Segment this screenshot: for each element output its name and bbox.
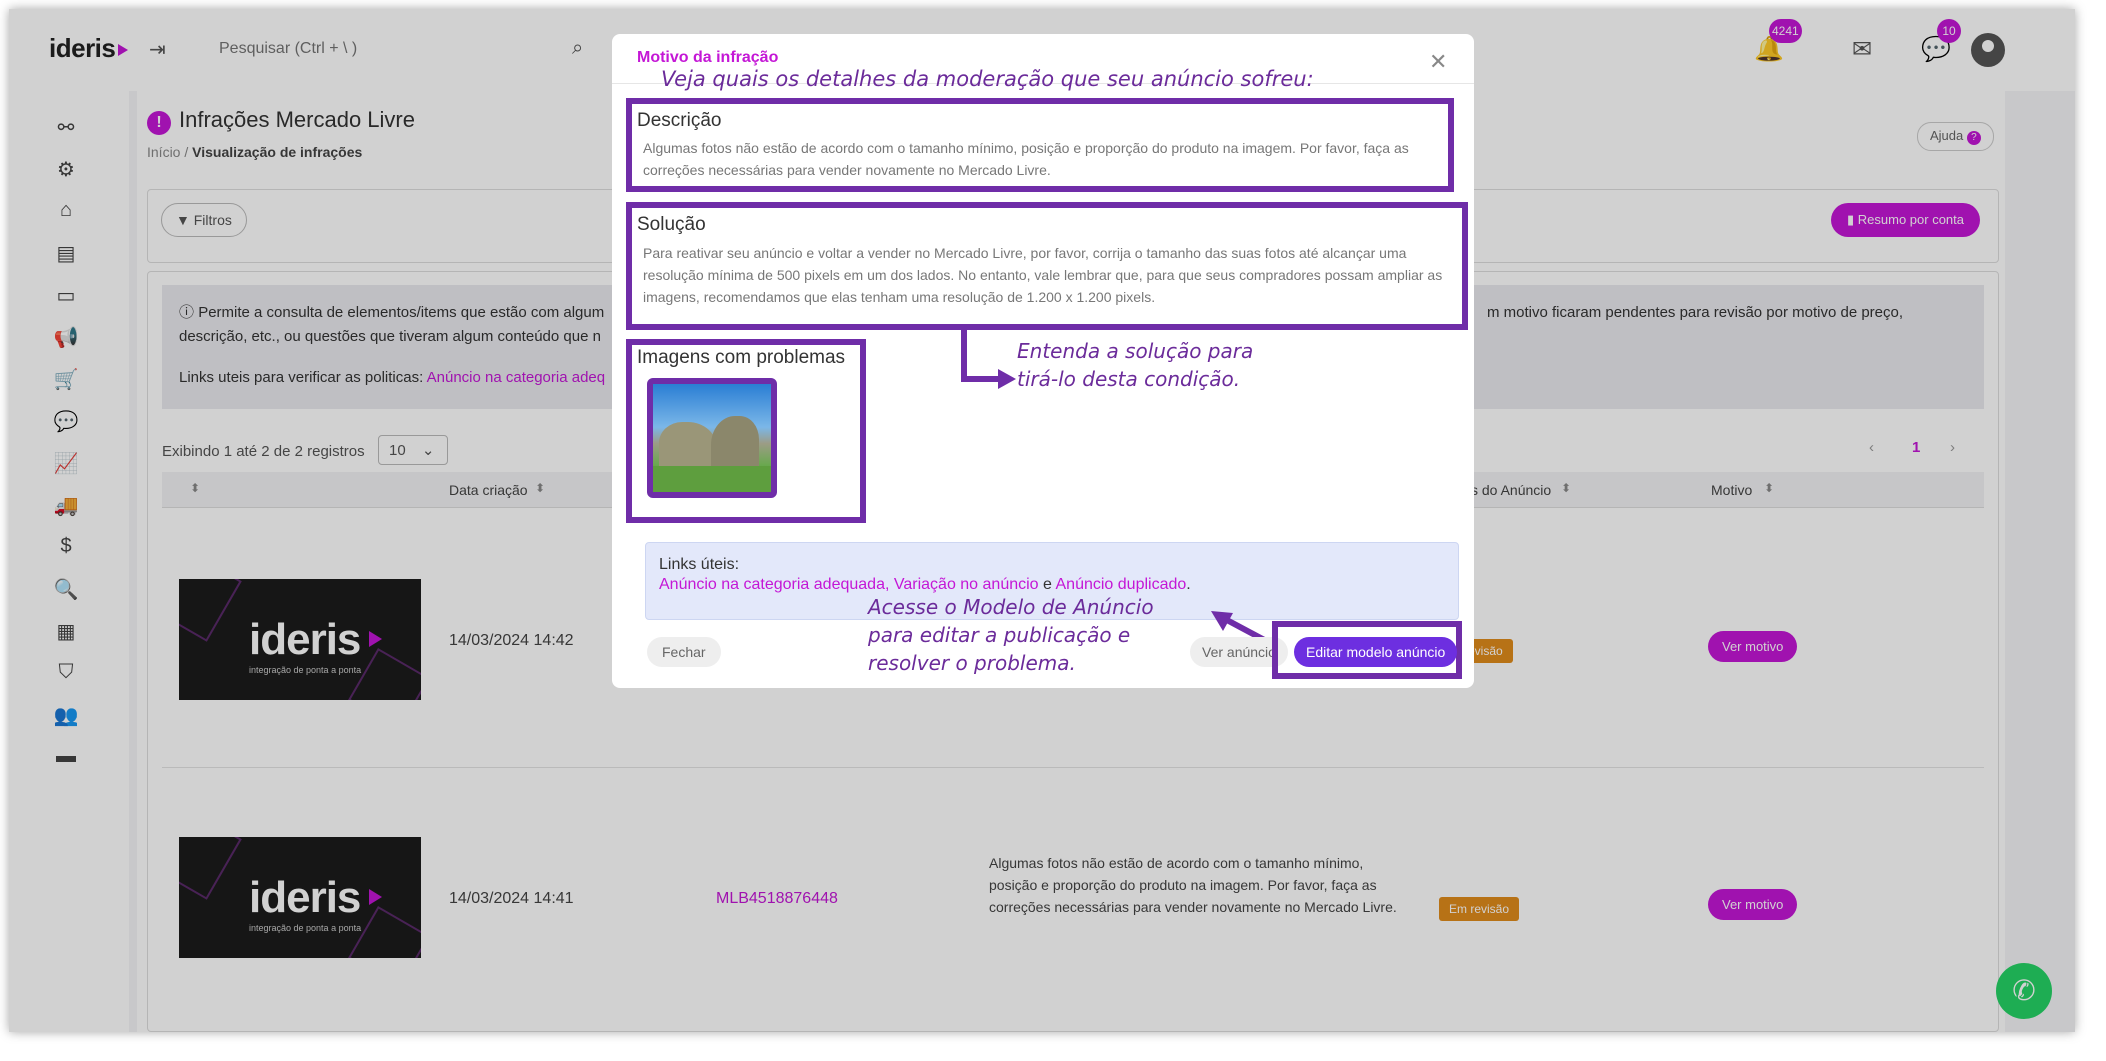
- annotation-top: Veja quais os detalhes da moderação que …: [661, 67, 1314, 91]
- annotation-solution: Entenda a solução para tirá-lo desta con…: [1017, 339, 1254, 391]
- image-grass: [653, 466, 771, 492]
- useful-link-variation[interactable]: Variação no anúncio: [894, 576, 1039, 593]
- annotation-edit: Acesse o Modelo de Anúncio para editar a…: [868, 595, 1154, 675]
- description-text: Algumas fotos não estão de acordo com o …: [643, 140, 1409, 178]
- useful-link-category[interactable]: Anúncio na categoria adequada: [659, 576, 885, 593]
- useful-links-and: e: [1043, 576, 1052, 593]
- edit-ad-model-button[interactable]: Editar modelo anúncio: [1294, 637, 1458, 667]
- solution-title: Solução: [637, 214, 706, 235]
- useful-links-end: .: [1186, 576, 1191, 593]
- useful-links: Anúncio na categoria adequada, Variação …: [659, 576, 1191, 594]
- useful-links-title: Links úteis:: [659, 556, 740, 573]
- solution-text: Para reativar seu anúncio e voltar a ven…: [643, 245, 1443, 305]
- close-button[interactable]: Fechar: [647, 637, 721, 667]
- solution-arrow: [961, 329, 1016, 389]
- close-icon[interactable]: ✕: [1429, 49, 1447, 75]
- problem-image[interactable]: [647, 378, 777, 498]
- useful-link-duplicate[interactable]: Anúncio duplicado: [1056, 576, 1187, 593]
- description-title: Descrição: [637, 110, 722, 131]
- images-title: Imagens com problemas: [637, 347, 846, 368]
- screenshot: ideris ⇥ ⌕ 🔔 4241 ✉ 💬 10 ⚯ ⚙ ⌂ ▤ ▭ 📢 🛒 💬…: [9, 9, 2075, 1032]
- useful-links-separator: ,: [884, 576, 890, 593]
